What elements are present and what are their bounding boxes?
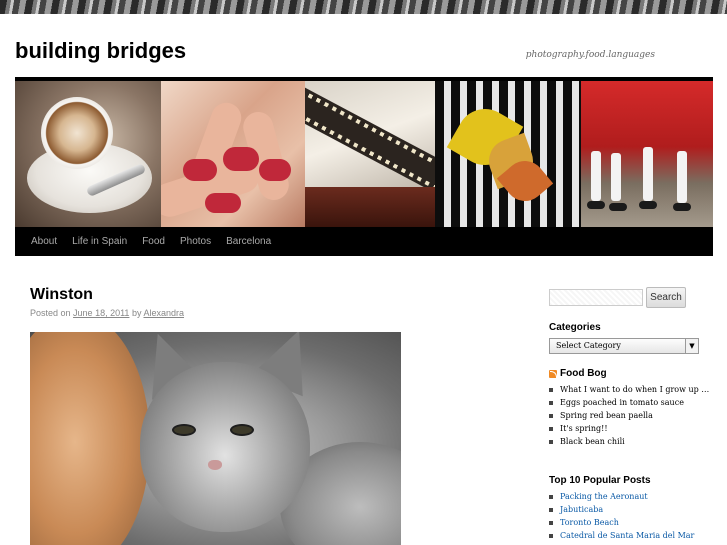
food-bog-list: What I want to do when I grow up … Eggs … xyxy=(549,383,719,448)
banner-dancers-photo xyxy=(581,81,713,227)
food-bog-item[interactable]: Spring red bean paella xyxy=(549,409,719,422)
food-bog-item[interactable]: It's spring!! xyxy=(549,422,719,435)
search-button[interactable]: Search xyxy=(646,287,686,308)
nav-item-barcelona[interactable]: Barcelona xyxy=(226,236,271,247)
category-select-value: Select Category xyxy=(556,341,621,350)
food-bog-widget-title[interactable]: Food Bog xyxy=(560,368,607,379)
nav-item-about[interactable]: About xyxy=(31,236,57,247)
banner-coffee-photo xyxy=(15,81,161,227)
post-date-link[interactable]: June 18, 2011 xyxy=(73,308,129,318)
banner-leaves-photo xyxy=(435,81,581,227)
post-author-link[interactable]: Alexandra xyxy=(143,308,184,318)
main-navigation: About Life in Spain Food Photos Barcelon… xyxy=(15,227,713,256)
popular-posts-widget-title: Top 10 Popular Posts xyxy=(549,475,651,486)
chevron-down-icon[interactable]: ▼ xyxy=(685,339,698,353)
rss-feed-icon[interactable] xyxy=(549,370,557,378)
search-input[interactable] xyxy=(549,289,643,306)
food-bog-item[interactable]: Eggs poached in tomato sauce xyxy=(549,396,719,409)
site-title[interactable]: building bridges xyxy=(15,38,186,64)
post-meta-by: by xyxy=(131,308,142,318)
post-title[interactable]: Winston xyxy=(30,286,93,304)
categories-widget-title: Categories xyxy=(549,322,601,333)
popular-post-link[interactable]: Jabuticaba xyxy=(549,503,719,516)
top-texture-strip xyxy=(0,0,727,14)
food-bog-item[interactable]: What I want to do when I grow up … xyxy=(549,383,719,396)
popular-posts-list: Packing the Aeronaut Jabuticaba Toronto … xyxy=(549,490,719,542)
post-meta: Posted on June 18, 2011 by Alexandra xyxy=(30,308,184,318)
nav-item-food[interactable]: Food xyxy=(142,236,165,247)
banner-hands-photo xyxy=(161,81,305,227)
site-tagline: photography.food.languages xyxy=(525,50,655,60)
food-bog-item[interactable]: Black bean chili xyxy=(549,435,719,448)
popular-post-link[interactable]: Packing the Aeronaut xyxy=(549,490,719,503)
popular-post-link[interactable]: Catedral de Santa Maria del Mar xyxy=(549,529,719,542)
popular-post-link[interactable]: Toronto Beach xyxy=(549,516,719,529)
nav-item-photos[interactable]: Photos xyxy=(180,236,211,247)
page-wrapper: building bridges photography.food.langua… xyxy=(0,14,727,545)
post-meta-prefix: Posted on xyxy=(30,308,71,318)
banner-film-photo xyxy=(305,81,435,227)
category-select[interactable]: Select Category ▼ xyxy=(549,338,699,354)
header-banner-image xyxy=(15,81,713,227)
nav-item-life-in-spain[interactable]: Life in Spain xyxy=(72,236,127,247)
post-kitten-photo[interactable] xyxy=(30,332,401,545)
